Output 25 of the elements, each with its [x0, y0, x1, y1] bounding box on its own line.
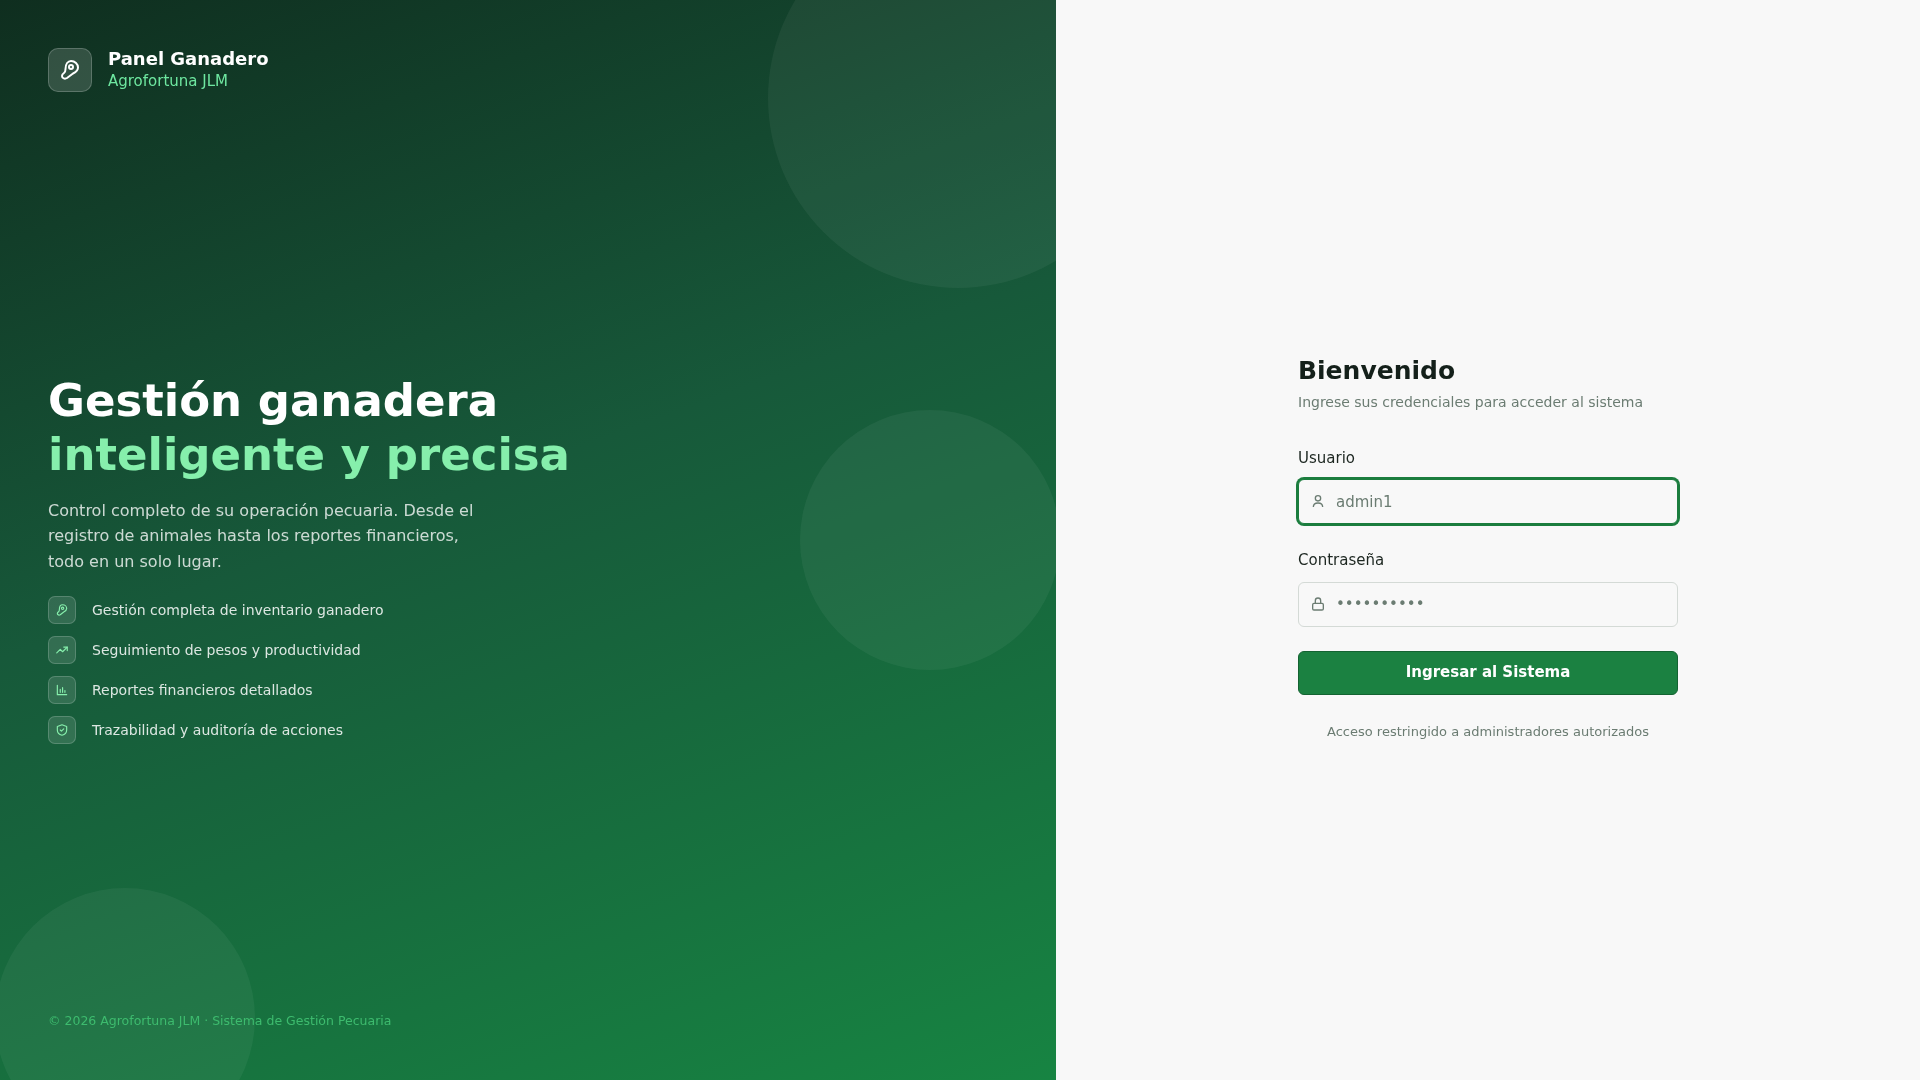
login-button[interactable]: Ingresar al Sistema [1298, 650, 1678, 695]
feature-text: Reportes financieros detallados [92, 680, 313, 700]
welcome-subtitle: Ingrese sus credenciales para acceder al sistema [1298, 393, 1644, 410]
username-field[interactable]: admin1 [1298, 479, 1678, 524]
brand-subtitle: Agrofortuna JLM [108, 70, 229, 92]
feature-text: Trazabilidad y auditoría de acciones [92, 720, 343, 740]
headline-accent: inteligente y precisa [48, 427, 570, 482]
brand-title: Panel Ganadero [108, 48, 269, 70]
shield-check-icon [48, 716, 76, 745]
logo-icon [48, 48, 92, 93]
user-icon [1310, 493, 1326, 509]
password-field[interactable]: •••••••••• [1298, 581, 1678, 627]
field-label: Usuario [1298, 447, 1355, 469]
welcome-title: Bienvenido [1298, 355, 1456, 386]
steak-icon [48, 596, 76, 625]
feature-text: Seguimiento de pesos y productividad [92, 640, 361, 660]
trend-up-icon [48, 636, 76, 665]
field-label: Contraseña [1298, 550, 1385, 571]
lock-icon [1310, 595, 1326, 612]
headline: Gestión ganadera [48, 373, 499, 428]
access-note: Acceso restringido a administradores autorizados [1327, 723, 1649, 739]
description: Control completo de su operación pecuaria. Desde el registro de animales hasta los reportes financieros, todo en un solo lugar. [48, 499, 475, 573]
feature-text: Gestión completa de inventario ganadero [92, 600, 384, 620]
footer-text: © 2026 Agrofortuna JLM · Sistema de Gestión Pecuaria [48, 1013, 392, 1028]
bar-chart-icon [48, 676, 76, 705]
